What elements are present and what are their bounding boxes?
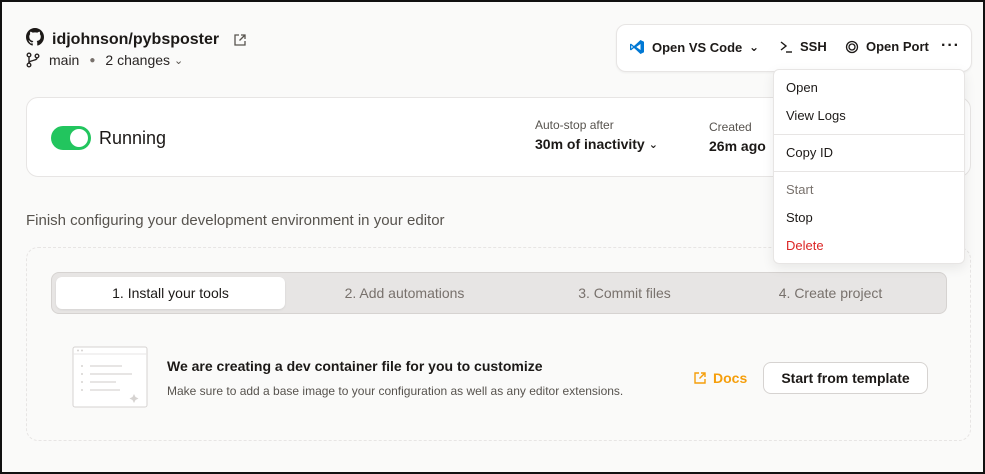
start-from-template-button[interactable]: Start from template — [763, 362, 928, 394]
step-create-project[interactable]: 4. Create project — [716, 277, 945, 309]
repo-name[interactable]: idjohnson/pybsposter — [52, 31, 219, 49]
more-actions-menu: Open View Logs Copy ID Start Stop Delete — [773, 69, 965, 264]
autostop-label: Auto-stop after — [535, 118, 614, 132]
docs-link[interactable]: Docs — [693, 370, 747, 386]
vscode-icon — [629, 39, 645, 55]
setup-steps: 1. Install your tools 2. Add automations… — [51, 272, 947, 314]
menu-item-start: Start — [786, 182, 814, 197]
step-commit-files[interactable]: 3. Commit files — [510, 277, 739, 309]
app-frame: idjohnson/pybsposter main ● 2 changes ⌄ … — [0, 0, 985, 474]
info-subtitle: Make sure to add a base image to your co… — [167, 384, 624, 398]
external-link-icon[interactable] — [233, 33, 247, 47]
menu-item-stop[interactable]: Stop — [786, 210, 813, 225]
branch-row: main ● 2 changes ⌄ — [26, 52, 183, 68]
info-title: We are creating a dev container file for… — [167, 358, 543, 374]
ssh-label: SSH — [800, 39, 827, 54]
menu-item-copy-id[interactable]: Copy ID — [786, 145, 833, 160]
docs-label: Docs — [713, 370, 748, 386]
terminal-icon — [779, 40, 793, 54]
setup-panel: 1. Install your tools 2. Add automations… — [26, 247, 971, 441]
vscode-options-chevron-icon[interactable]: ⌄ — [749, 40, 759, 54]
more-icon[interactable]: ··· — [941, 37, 960, 55]
setup-title: Finish configuring your development envi… — [26, 212, 445, 229]
menu-item-delete[interactable]: Delete — [786, 238, 824, 253]
branch-name[interactable]: main — [49, 52, 79, 68]
port-icon — [845, 40, 859, 54]
repo-header: idjohnson/pybsposter — [26, 28, 247, 51]
open-port-label: Open Port — [866, 39, 929, 54]
menu-item-view-logs[interactable]: View Logs — [786, 108, 846, 123]
menu-item-open[interactable]: Open — [786, 80, 818, 95]
running-toggle[interactable] — [51, 126, 91, 150]
autostop-block: Auto-stop after 30m of inactivity ⌄ — [535, 118, 658, 152]
environment-toolbar: Open VS Code ⌄ SSH Open Port ··· — [616, 24, 972, 72]
step-install-tools[interactable]: 1. Install your tools — [56, 277, 285, 309]
status-label: Running — [99, 128, 167, 148]
chevron-down-icon: ⌄ — [648, 138, 658, 151]
changes-label: 2 changes — [105, 52, 171, 68]
autostop-dropdown[interactable]: 30m of inactivity ⌄ — [535, 136, 658, 152]
toggle-knob — [70, 129, 88, 147]
ssh-button[interactable]: SSH — [779, 39, 827, 54]
chevron-down-icon: ⌄ — [174, 54, 184, 67]
created-value: 26m ago — [709, 138, 766, 154]
open-vscode-label: Open VS Code — [652, 39, 743, 55]
open-port-button[interactable]: Open Port — [845, 39, 929, 54]
open-vscode-button[interactable]: Open VS Code — [629, 39, 742, 55]
autostop-value: 30m of inactivity — [535, 136, 645, 152]
file-illustration-icon — [72, 346, 148, 413]
created-block: Created 26m ago — [709, 120, 766, 154]
changes-dropdown[interactable]: 2 changes ⌄ — [105, 52, 183, 68]
external-link-icon — [693, 371, 707, 385]
separator-dot: ● — [89, 54, 96, 66]
github-icon — [26, 28, 44, 51]
step-add-automations[interactable]: 2. Add automations — [290, 277, 519, 309]
git-branch-icon — [26, 52, 40, 68]
menu-divider — [774, 134, 964, 135]
menu-divider — [774, 171, 964, 172]
created-label: Created — [709, 120, 752, 134]
